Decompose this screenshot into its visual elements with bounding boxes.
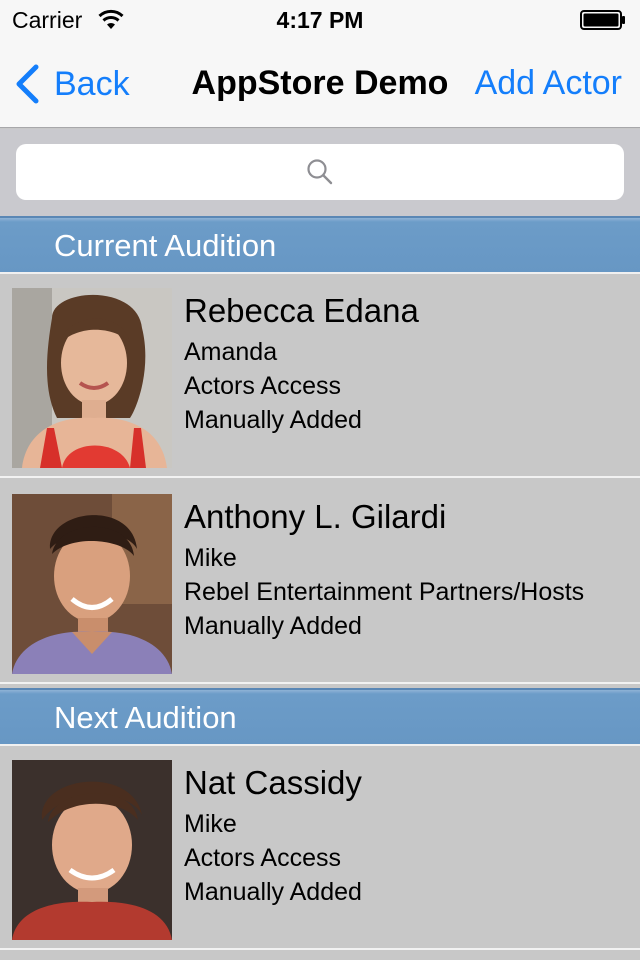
navigation-bar: Back AppStore Demo Add Actor <box>0 40 640 128</box>
actor-source: Manually Added <box>184 406 362 434</box>
actor-agency: Rebel Entertainment Partners/Hosts <box>184 578 585 606</box>
actor-role: Mike <box>184 810 237 838</box>
actor-name: Rebecca Edana <box>184 292 419 329</box>
actor-agency: Actors Access <box>184 844 341 872</box>
search-input[interactable] <box>16 144 624 200</box>
actor-row[interactable]: Nat Cassidy Mike Actors Access Manually … <box>0 746 640 950</box>
section-title: Current Audition <box>54 228 277 263</box>
actor-photo <box>12 760 172 940</box>
actor-name: Nat Cassidy <box>184 764 362 801</box>
actor-row[interactable]: Anthony L. Gilardi Mike Rebel Entertainm… <box>0 480 640 684</box>
search-bar <box>0 129 640 216</box>
add-actor-button[interactable]: Add Actor <box>475 64 622 103</box>
actor-photo <box>12 288 172 468</box>
actor-source: Manually Added <box>184 878 362 906</box>
search-field-container <box>16 144 624 200</box>
actor-name: Anthony L. Gilardi <box>184 498 447 535</box>
status-bar: Carrier 4:17 PM <box>0 0 640 40</box>
section-title: Next Audition <box>54 700 237 735</box>
section-header-current-audition: Current Audition <box>0 216 640 274</box>
actor-photo <box>12 494 172 674</box>
status-time: 4:17 PM <box>276 7 364 33</box>
actor-role: Mike <box>184 544 237 572</box>
actor-role: Amanda <box>184 338 278 366</box>
actor-row[interactable]: Rebecca Edana Amanda Actors Access Manua… <box>0 274 640 478</box>
section-header-next-audition: Next Audition <box>0 688 640 746</box>
battery-icon <box>580 10 625 30</box>
actor-source: Manually Added <box>184 612 362 640</box>
actor-agency: Actors Access <box>184 372 341 400</box>
